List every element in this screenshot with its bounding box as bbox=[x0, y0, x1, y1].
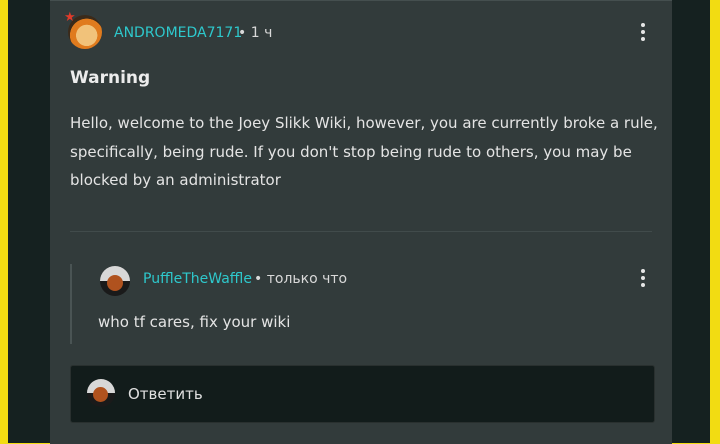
reply-time: только что bbox=[266, 271, 348, 287]
page-frame: ★ ANDROMEDA7171 • 1 ч Warning Hello, wel… bbox=[8, 0, 710, 444]
reply-author-link[interactable]: PuffleTheWaffle bbox=[143, 271, 252, 287]
reply-timestamp: • только что bbox=[254, 271, 347, 287]
reply-thread-line bbox=[70, 264, 72, 344]
post-timestamp: • 1 ч bbox=[238, 25, 272, 41]
reply-menu-icon[interactable] bbox=[639, 269, 647, 291]
post-menu-icon[interactable] bbox=[639, 23, 647, 45]
post-time: 1 ч bbox=[250, 25, 273, 41]
post-body: Hello, welcome to the Joey Slikk Wiki, h… bbox=[70, 114, 658, 189]
divider bbox=[70, 231, 652, 232]
dot-separator: • bbox=[238, 25, 247, 41]
reply-placeholder: Ответить bbox=[128, 385, 203, 403]
dot-separator: • bbox=[254, 271, 263, 287]
reply-text: who tf cares, fix your wiki bbox=[98, 313, 291, 331]
post-author-link[interactable]: ANDROMEDA7171 bbox=[114, 25, 242, 41]
post-title: Warning bbox=[70, 68, 151, 88]
reply-user-avatar[interactable] bbox=[100, 266, 130, 296]
star-icon: ★ bbox=[64, 10, 76, 25]
comment-card: ★ ANDROMEDA7171 • 1 ч Warning Hello, wel… bbox=[50, 0, 672, 444]
current-user-avatar bbox=[87, 379, 115, 407]
reply-input[interactable]: Ответить bbox=[70, 365, 655, 423]
